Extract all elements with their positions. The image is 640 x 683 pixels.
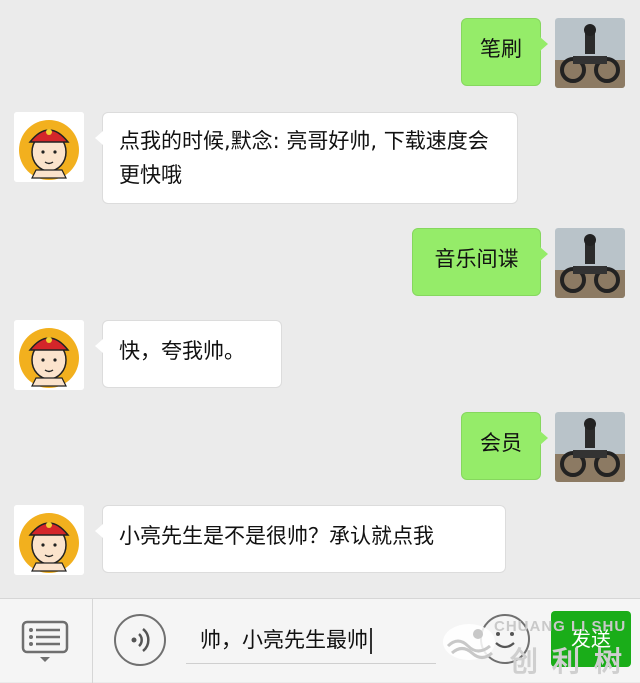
motorcycle-avatar-icon: [555, 18, 625, 88]
menu-button[interactable]: [20, 619, 70, 663]
message-text: 点我的时候,默念: 亮哥好帅, 下载速度会更快哦: [119, 129, 489, 187]
message-text: 笔刷: [480, 37, 522, 61]
contact-avatar[interactable]: [14, 112, 84, 182]
message-input[interactable]: 帅，小亮先生最帅: [186, 611, 446, 669]
list-menu-icon: [21, 620, 69, 662]
my-avatar[interactable]: [555, 412, 625, 482]
message-bubble-out[interactable]: 笔刷: [461, 18, 548, 86]
motorcycle-avatar-icon: [555, 412, 625, 482]
text-caret: [370, 628, 372, 654]
message-text: 音乐间谍: [434, 247, 519, 271]
emoji-button[interactable]: [480, 614, 530, 664]
emoji-icon: [495, 632, 515, 649]
chat-area: 笔刷 点我的时候,默念: 亮哥好帅, 下载速度会更快哦 音乐间谍 快，夸我帅。 …: [0, 0, 640, 598]
message-text: 会员: [480, 431, 522, 455]
cartoon-avatar-icon: [14, 320, 84, 390]
input-underline: [186, 663, 436, 664]
cartoon-avatar-icon: [14, 112, 84, 182]
message-bubble-out[interactable]: 会员: [461, 412, 548, 480]
send-button[interactable]: 发送: [551, 611, 631, 667]
message-bubble-in[interactable]: 点我的时候,默念: 亮哥好帅, 下载速度会更快哦: [95, 112, 518, 204]
divider: [92, 599, 93, 683]
message-bubble-out[interactable]: 音乐间谍: [412, 228, 548, 296]
input-text: 帅，小亮先生最帅: [200, 628, 368, 652]
motorcycle-avatar-icon: [555, 228, 625, 298]
send-label: 发送: [571, 627, 611, 651]
my-avatar[interactable]: [555, 18, 625, 88]
message-bubble-in[interactable]: 快，夸我帅。: [95, 320, 282, 388]
message-text: 快，夸我帅。: [119, 339, 245, 363]
voice-icon: [131, 628, 150, 652]
contact-avatar[interactable]: [14, 320, 84, 390]
my-avatar[interactable]: [555, 228, 625, 298]
input-bar: 帅，小亮先生最帅 发送: [0, 598, 640, 683]
message-text: 小亮先生是不是很帅？承认就点我: [119, 524, 434, 548]
cartoon-avatar-icon: [14, 505, 84, 575]
contact-avatar[interactable]: [14, 505, 84, 575]
message-bubble-in[interactable]: 小亮先生是不是很帅？承认就点我: [95, 505, 506, 573]
voice-button[interactable]: [114, 614, 166, 666]
